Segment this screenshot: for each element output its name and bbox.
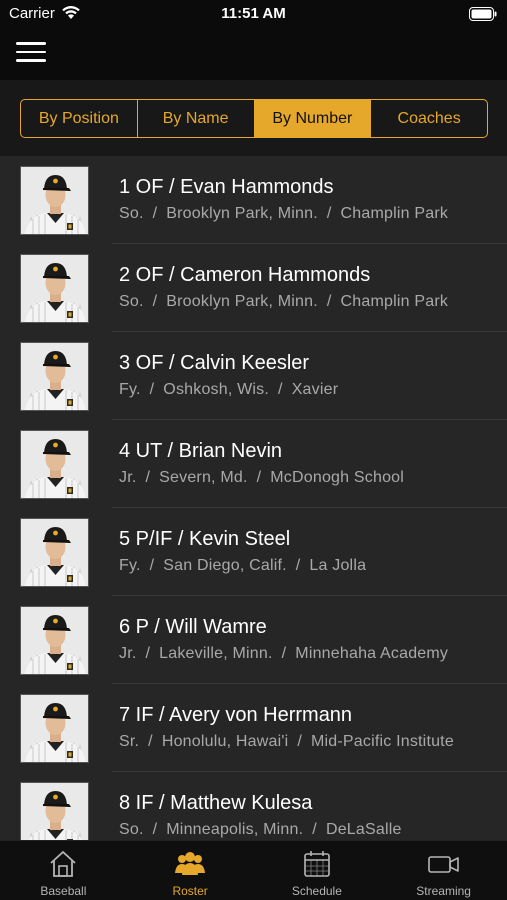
status-bar: Carrier 11:51 AM [0, 0, 507, 30]
roster-row[interactable]: 5 P/IF / Kevin Steel Fy. / San Diego, Calif… [0, 508, 507, 596]
player-photo [20, 782, 89, 840]
player-details: Fy. / Oshkosh, Wis. / Xavier [119, 381, 338, 399]
roster-list[interactable]: 1 OF / Evan Hammonds So. / Brooklyn Park, M… [0, 156, 507, 840]
segment-coaches[interactable]: Coaches [371, 100, 487, 137]
separator: / [145, 469, 151, 486]
roster-row[interactable]: 1 OF / Evan Hammonds So. / Brooklyn Park, M… [0, 156, 507, 244]
segment-by-position[interactable]: By Position [21, 100, 138, 137]
roster-row[interactable]: 2 OF / Cameron Hammonds So. / Brooklyn Park… [0, 244, 507, 332]
player-year: So. [119, 205, 144, 222]
tab-baseball[interactable]: Baseball [0, 841, 127, 900]
player-photo [20, 254, 89, 323]
tab-streaming[interactable]: Streaming [380, 841, 507, 900]
separator: / [256, 469, 262, 486]
player-name: 3 OF / Calvin Keesler [119, 352, 310, 374]
player-year: Jr. [119, 645, 137, 662]
separator: / [281, 645, 287, 662]
player-name: 1 OF / Evan Hammonds [119, 176, 334, 198]
player-name: 7 IF / Avery von Herrmann [119, 704, 353, 726]
player-name: 2 OF / Cameron Hammonds [119, 264, 371, 286]
separator: / [326, 293, 332, 310]
tab-label: Streaming [416, 884, 471, 898]
player-photo [20, 342, 89, 411]
separator: / [145, 645, 151, 662]
player-school: Champlin Park [340, 205, 449, 222]
player-hometown: Brooklyn Park, Minn. [166, 205, 318, 222]
player-year: So. [119, 293, 144, 310]
player-school: DeLaSalle [325, 821, 402, 838]
player-year: So. [119, 821, 144, 838]
video-camera-icon [427, 849, 461, 884]
player-photo [20, 606, 89, 675]
roster-row[interactable]: 4 UT / Brian Nevin Jr. / Severn, Md. / McDono… [0, 420, 507, 508]
separator: / [295, 557, 301, 574]
player-details: So. / Minneapolis, Minn. / DeLaSalle [119, 821, 402, 839]
calendar-icon [302, 849, 332, 884]
roster-row[interactable]: 6 P / Will Wamre Jr. / Lakeville, Minn. / Min… [0, 596, 507, 684]
roster-row[interactable]: 8 IF / Matthew Kulesa So. / Minneapolis, Mi… [0, 772, 507, 840]
segment-by-number[interactable]: By Number [254, 100, 372, 137]
tab-bar: Baseball Roster Schedule Streaming [0, 840, 507, 900]
player-hometown: Brooklyn Park, Minn. [166, 293, 318, 310]
player-hometown: Lakeville, Minn. [159, 645, 273, 662]
player-year: Sr. [119, 733, 140, 750]
nav-bar [0, 30, 507, 80]
separator: / [152, 293, 158, 310]
player-details: Jr. / Severn, Md. / McDonogh School [119, 469, 404, 487]
separator: / [152, 821, 158, 838]
tab-label: Roster [172, 884, 208, 898]
player-name: 8 IF / Matthew Kulesa [119, 792, 313, 814]
player-name: 6 P / Will Wamre [119, 616, 267, 638]
player-school: Minnehaha Academy [295, 645, 449, 662]
battery-icon [469, 7, 497, 26]
player-photo [20, 518, 89, 587]
player-details: Jr. / Lakeville, Minn. / Minnehaha Academy [119, 645, 448, 663]
player-details: Sr. / Honolulu, Hawai'i / Mid-Pacific Instit… [119, 733, 454, 751]
tab-label: Schedule [291, 884, 342, 898]
player-photo [20, 430, 89, 499]
separator: / [297, 733, 303, 750]
player-school: Mid-Pacific Institute [311, 733, 454, 750]
separator: / [278, 381, 283, 398]
home-icon [48, 849, 78, 884]
tab-roster[interactable]: Roster [127, 841, 254, 900]
separator: / [149, 381, 155, 398]
player-hometown: Minneapolis, Minn. [166, 821, 304, 838]
player-hometown: Oshkosh, Wis. [163, 381, 270, 398]
separator: / [152, 205, 158, 222]
player-school: Xavier [291, 381, 339, 398]
player-school: Champlin Park [340, 293, 449, 310]
player-year: Jr. [119, 469, 137, 486]
player-year: Fy. [119, 381, 141, 398]
player-photo [20, 694, 89, 763]
clock-time: 11:51 AM [221, 5, 286, 22]
player-photo [20, 166, 89, 235]
separator: / [312, 821, 317, 838]
separator: / [326, 205, 332, 222]
player-school: McDonogh School [270, 469, 405, 486]
people-icon [173, 849, 207, 884]
segment-by-name[interactable]: By Name [138, 100, 255, 137]
separator: / [149, 557, 155, 574]
player-details: So. / Brooklyn Park, Minn. / Champlin Park [119, 293, 448, 311]
player-details: Fy. / San Diego, Calif. / La Jolla [119, 557, 366, 575]
player-school: La Jolla [309, 557, 367, 574]
tab-label: Baseball [40, 884, 87, 898]
player-name: 5 P/IF / Kevin Steel [119, 528, 291, 550]
tab-schedule[interactable]: Schedule [254, 841, 381, 900]
separator: / [148, 733, 153, 750]
player-hometown: Honolulu, Hawai'i [161, 733, 289, 750]
player-year: Fy. [119, 557, 141, 574]
player-name: 4 UT / Brian Nevin [119, 440, 283, 462]
player-hometown: San Diego, Calif. [163, 557, 287, 574]
menu-icon[interactable] [16, 42, 46, 64]
player-details: So. / Brooklyn Park, Minn. / Champlin Park [119, 205, 448, 223]
roster-row[interactable]: 3 OF / Calvin Keesler Fy. / Oshkosh, Wis. / X… [0, 332, 507, 420]
player-hometown: Severn, Md. [159, 469, 248, 486]
filter-bar: By Position By Name By Number Coaches [0, 80, 507, 156]
roster-row[interactable]: 7 IF / Avery von Herrmann Sr. / Honolulu, H… [0, 684, 507, 772]
roster-sort-segmented-control: By Position By Name By Number Coaches [20, 99, 488, 138]
